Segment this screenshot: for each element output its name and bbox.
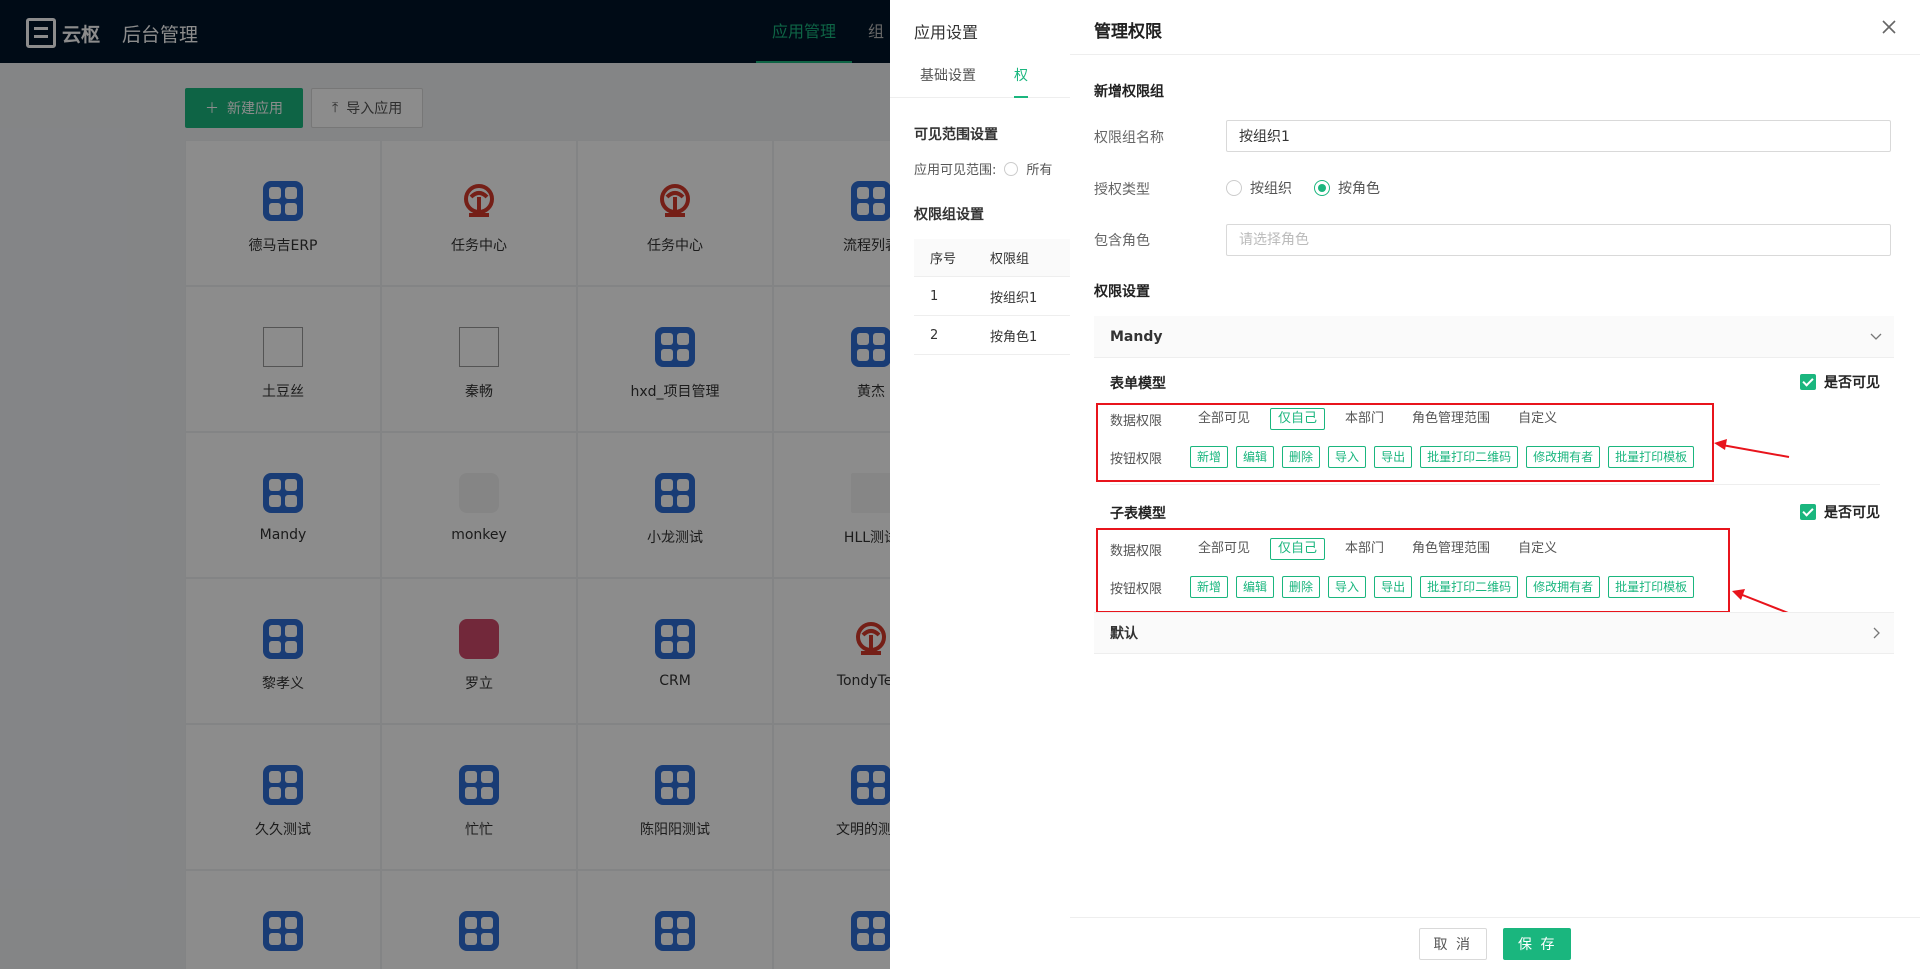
visible-scope-row: 应用可见范围: 所有 xyxy=(914,159,1052,178)
scope-all-radio[interactable] xyxy=(1004,161,1019,176)
checkbox-checked-icon xyxy=(1800,504,1816,520)
tab-basic-settings[interactable]: 基础设置 xyxy=(904,54,992,98)
drawer-header: 管理权限 xyxy=(1070,0,1920,55)
radio-by-role-label: 按角色 xyxy=(1338,181,1380,197)
group-name-label: 权限组名称 xyxy=(1094,130,1164,146)
row-name: 按组织1 xyxy=(990,290,1038,306)
table-row[interactable]: 2 按角色1 xyxy=(914,316,1070,355)
group-settings-title: 权限组设置 xyxy=(914,207,984,223)
visible-checkbox[interactable]: 是否可见 xyxy=(1800,372,1880,392)
col-index-header: 序号 xyxy=(930,252,957,267)
drawer-footer: 取 消 保 存 xyxy=(1070,917,1920,969)
row-index: 2 xyxy=(930,327,939,343)
divider xyxy=(1110,484,1880,485)
save-button[interactable]: 保 存 xyxy=(1503,927,1572,960)
annotation-arrow-icon xyxy=(1714,439,1790,458)
table-row[interactable]: 1 按组织1 xyxy=(914,277,1070,316)
app-settings-drawer: 应用设置 基础设置 权 可见范围设置 应用可见范围: 所有 权限组设置 序号 权… xyxy=(890,0,1070,969)
row-index: 1 xyxy=(930,288,939,304)
close-icon[interactable] xyxy=(1878,16,1900,38)
group-table: 序号 权限组 1 按组织1 2 按角色1 xyxy=(914,239,1070,355)
perm-settings-title: 权限设置 xyxy=(1094,284,1150,300)
drawer-title: 管理权限 xyxy=(1094,22,1162,42)
roles-select[interactable] xyxy=(1226,224,1891,256)
auth-type-label: 授权类型 xyxy=(1094,182,1150,198)
visible-label: 是否可见 xyxy=(1824,375,1880,391)
visible-checkbox[interactable]: 是否可见 xyxy=(1800,502,1880,522)
visible-label: 是否可见 xyxy=(1824,505,1880,521)
chevron-down-icon xyxy=(1870,333,1882,340)
manage-permission-drawer: 管理权限 新增权限组 权限组名称 授权类型 按组织 按角色 包含角色 权限设置 … xyxy=(1070,0,1920,969)
collapse-title: Mandy xyxy=(1110,328,1163,345)
group-name-input[interactable] xyxy=(1226,120,1891,152)
settings-tabs: 基础设置 权 xyxy=(890,54,1070,98)
chevron-right-icon xyxy=(1873,627,1880,639)
model-title: 子表模型 xyxy=(1110,506,1166,522)
annotation-box xyxy=(1096,403,1714,482)
collapse-header-default[interactable]: 默认 xyxy=(1094,612,1894,654)
radio-by-org-label: 按组织 xyxy=(1250,181,1292,197)
col-name-header: 权限组 xyxy=(990,252,1030,267)
roles-label: 包含角色 xyxy=(1094,233,1150,249)
radio-by-role[interactable] xyxy=(1314,180,1330,196)
collapse-header-mandy[interactable]: Mandy xyxy=(1094,316,1894,358)
radio-by-org[interactable] xyxy=(1226,180,1242,196)
row-name: 按角色1 xyxy=(990,329,1038,345)
new-group-title: 新增权限组 xyxy=(1094,84,1164,100)
cancel-button[interactable]: 取 消 xyxy=(1418,927,1487,960)
checkbox-checked-icon xyxy=(1800,374,1816,390)
tab-permissions[interactable]: 权 xyxy=(1014,54,1028,98)
table-header: 序号 权限组 xyxy=(914,239,1070,277)
scope-all-label: 所有 xyxy=(1026,163,1053,178)
collapse-title: 默认 xyxy=(1110,626,1138,642)
model-title: 表单模型 xyxy=(1110,376,1166,392)
auth-type-radio-group: 按组织 按角色 xyxy=(1226,178,1380,198)
annotation-box xyxy=(1096,528,1730,613)
app-settings-title: 应用设置 xyxy=(914,23,979,42)
visible-scope-title: 可见范围设置 xyxy=(914,127,998,143)
visible-scope-label: 应用可见范围: xyxy=(914,163,997,178)
